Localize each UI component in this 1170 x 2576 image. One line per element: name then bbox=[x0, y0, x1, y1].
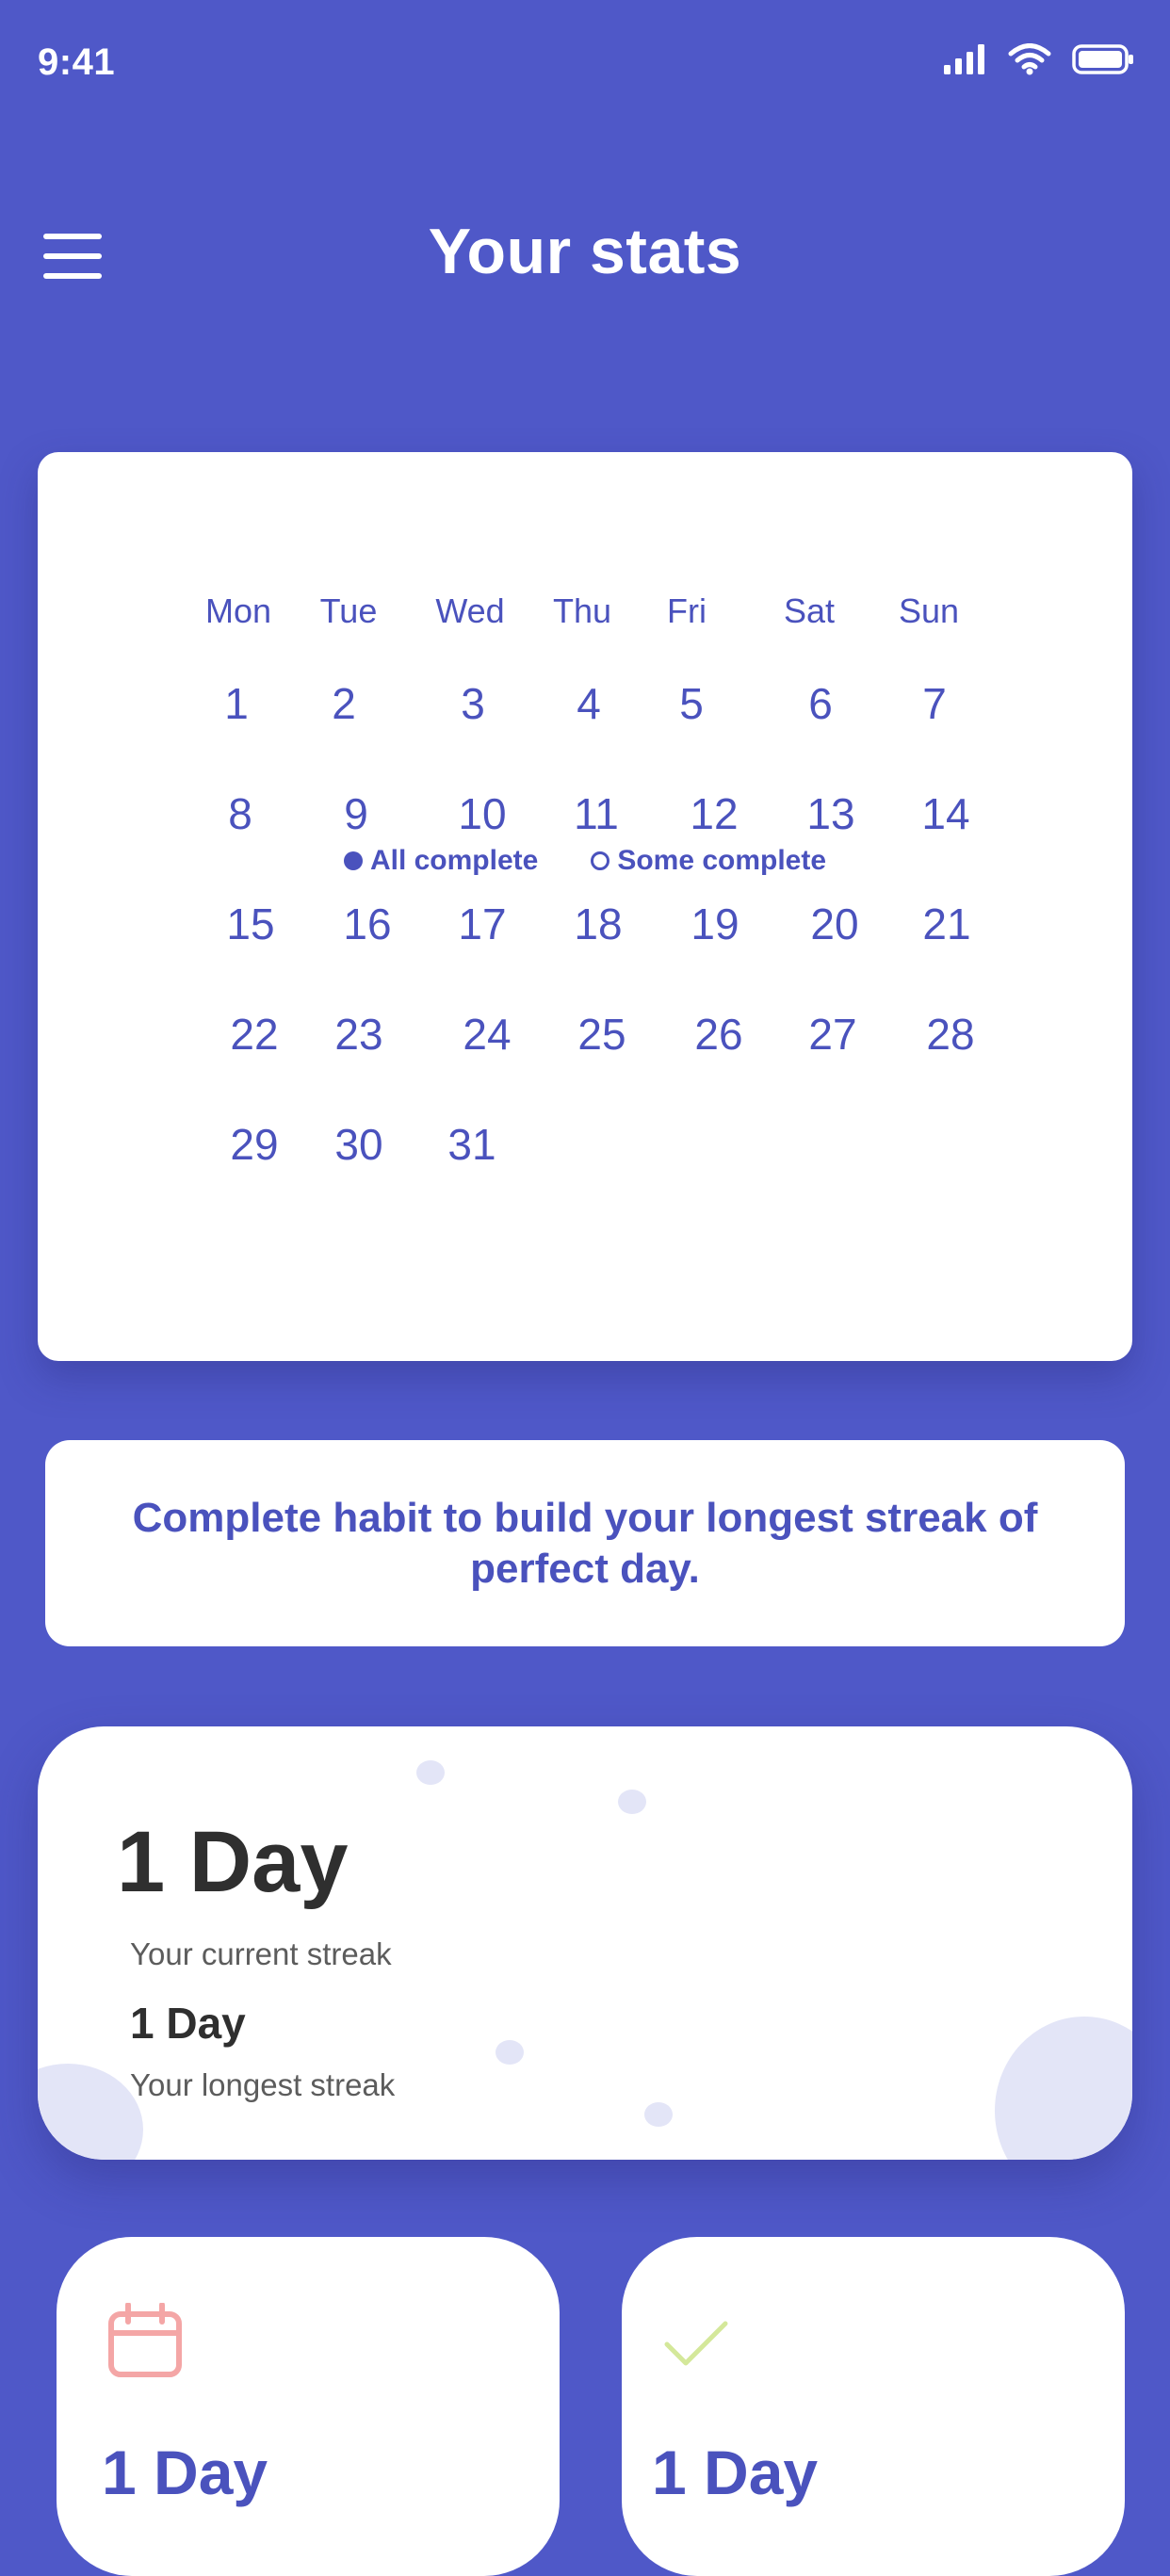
calendar-day[interactable]: 23 bbox=[334, 1009, 382, 1060]
decorative-bubble bbox=[38, 2064, 143, 2160]
calendar-day[interactable]: 8 bbox=[228, 788, 252, 839]
calendar-day[interactable]: 18 bbox=[574, 899, 622, 949]
calendar-day[interactable]: 16 bbox=[343, 899, 391, 949]
calendar-day[interactable]: 30 bbox=[334, 1119, 382, 1170]
calendar-day[interactable]: 24 bbox=[463, 1009, 511, 1060]
current-streak-value: 1 Day bbox=[117, 1814, 349, 1910]
calendar-day[interactable]: 21 bbox=[922, 899, 970, 949]
current-streak-label: Your current streak bbox=[130, 1936, 392, 1971]
page-title: Your stats bbox=[428, 216, 742, 287]
calendar-day[interactable]: 15 bbox=[226, 899, 274, 949]
weekday-label: Mon bbox=[204, 591, 272, 630]
longest-streak-label: Your longest streak bbox=[130, 2067, 396, 2102]
weekday-label: Wed bbox=[435, 591, 505, 630]
legend-all-complete-label: All complete bbox=[369, 845, 539, 876]
calendar-day[interactable]: 14 bbox=[921, 788, 969, 839]
mini-card-value: 1 Day bbox=[102, 2438, 268, 2507]
calendar-icon bbox=[107, 2302, 183, 2383]
calendar-day[interactable]: 31 bbox=[447, 1119, 496, 1170]
status-time: 9:41 bbox=[38, 41, 116, 83]
weekday-label: Tue bbox=[319, 591, 378, 630]
filled-dot-icon bbox=[343, 851, 363, 870]
calendar-day[interactable]: 19 bbox=[691, 899, 739, 949]
weekday-label: Sat bbox=[783, 591, 836, 630]
calendar-day[interactable]: 7 bbox=[922, 678, 947, 729]
calendar-day[interactable]: 26 bbox=[694, 1009, 742, 1060]
decorative-bubble bbox=[995, 2017, 1132, 2160]
calendar-day[interactable]: 12 bbox=[690, 788, 738, 839]
calendar-legend: All complete Some complete bbox=[38, 845, 1132, 877]
hollow-dot-icon bbox=[591, 851, 610, 870]
streak-card: 1 Day Your current streak 1 Day Your lon… bbox=[38, 1726, 1132, 2160]
calendar-day[interactable]: 4 bbox=[577, 678, 601, 729]
decorative-bubble bbox=[496, 2040, 524, 2065]
checkmark-icon bbox=[663, 2318, 729, 2373]
calendar-day[interactable]: 2 bbox=[332, 678, 356, 729]
calendar-day[interactable]: 3 bbox=[461, 678, 485, 729]
decorative-bubble bbox=[618, 1790, 646, 1814]
calendar-day[interactable]: 9 bbox=[344, 788, 368, 839]
calendar-day[interactable]: 10 bbox=[458, 788, 506, 839]
calendar-day[interactable]: 29 bbox=[230, 1119, 278, 1170]
calendar-day[interactable]: 11 bbox=[574, 788, 619, 839]
signal-icon bbox=[944, 44, 987, 74]
calendar-day[interactable]: 22 bbox=[230, 1009, 278, 1060]
calendar-day[interactable]: 13 bbox=[806, 788, 854, 839]
status-icons bbox=[944, 43, 1134, 75]
battery-icon bbox=[1072, 43, 1134, 75]
mini-card-completed[interactable]: 1 Day bbox=[622, 2237, 1125, 2576]
legend-some-complete: Some complete bbox=[591, 845, 826, 877]
calendar-day[interactable]: 28 bbox=[926, 1009, 974, 1060]
calendar-day[interactable]: 17 bbox=[458, 899, 506, 949]
decorative-bubble bbox=[644, 2102, 673, 2127]
calendar-day[interactable]: 27 bbox=[808, 1009, 856, 1060]
message-card: Complete habit to build your longest str… bbox=[45, 1440, 1125, 1646]
weekday-label: Fri bbox=[667, 591, 707, 630]
calendar-card: Mon Tue Wed Thu Fri Sat Sun 1 2 3 4 5 6 … bbox=[38, 452, 1132, 1361]
weekday-label: Thu bbox=[552, 591, 612, 630]
longest-streak-value: 1 Day bbox=[130, 1999, 246, 2048]
calendar-day[interactable]: 20 bbox=[810, 899, 858, 949]
legend-some-complete-label: Some complete bbox=[617, 845, 827, 876]
legend-all-complete: All complete bbox=[343, 845, 539, 877]
mini-card-value: 1 Day bbox=[652, 2438, 819, 2507]
decorative-bubble bbox=[416, 1760, 445, 1785]
mini-card-days[interactable]: 1 Day bbox=[57, 2237, 560, 2576]
calendar-day[interactable]: 6 bbox=[808, 678, 833, 729]
wifi-icon bbox=[1008, 43, 1051, 75]
calendar-day[interactable]: 1 bbox=[224, 678, 249, 729]
calendar-day[interactable]: 25 bbox=[577, 1009, 626, 1060]
streak-message: Complete habit to build your longest str… bbox=[132, 1494, 1038, 1592]
weekday-label: Sun bbox=[898, 591, 960, 630]
calendar-day[interactable]: 5 bbox=[679, 678, 704, 729]
